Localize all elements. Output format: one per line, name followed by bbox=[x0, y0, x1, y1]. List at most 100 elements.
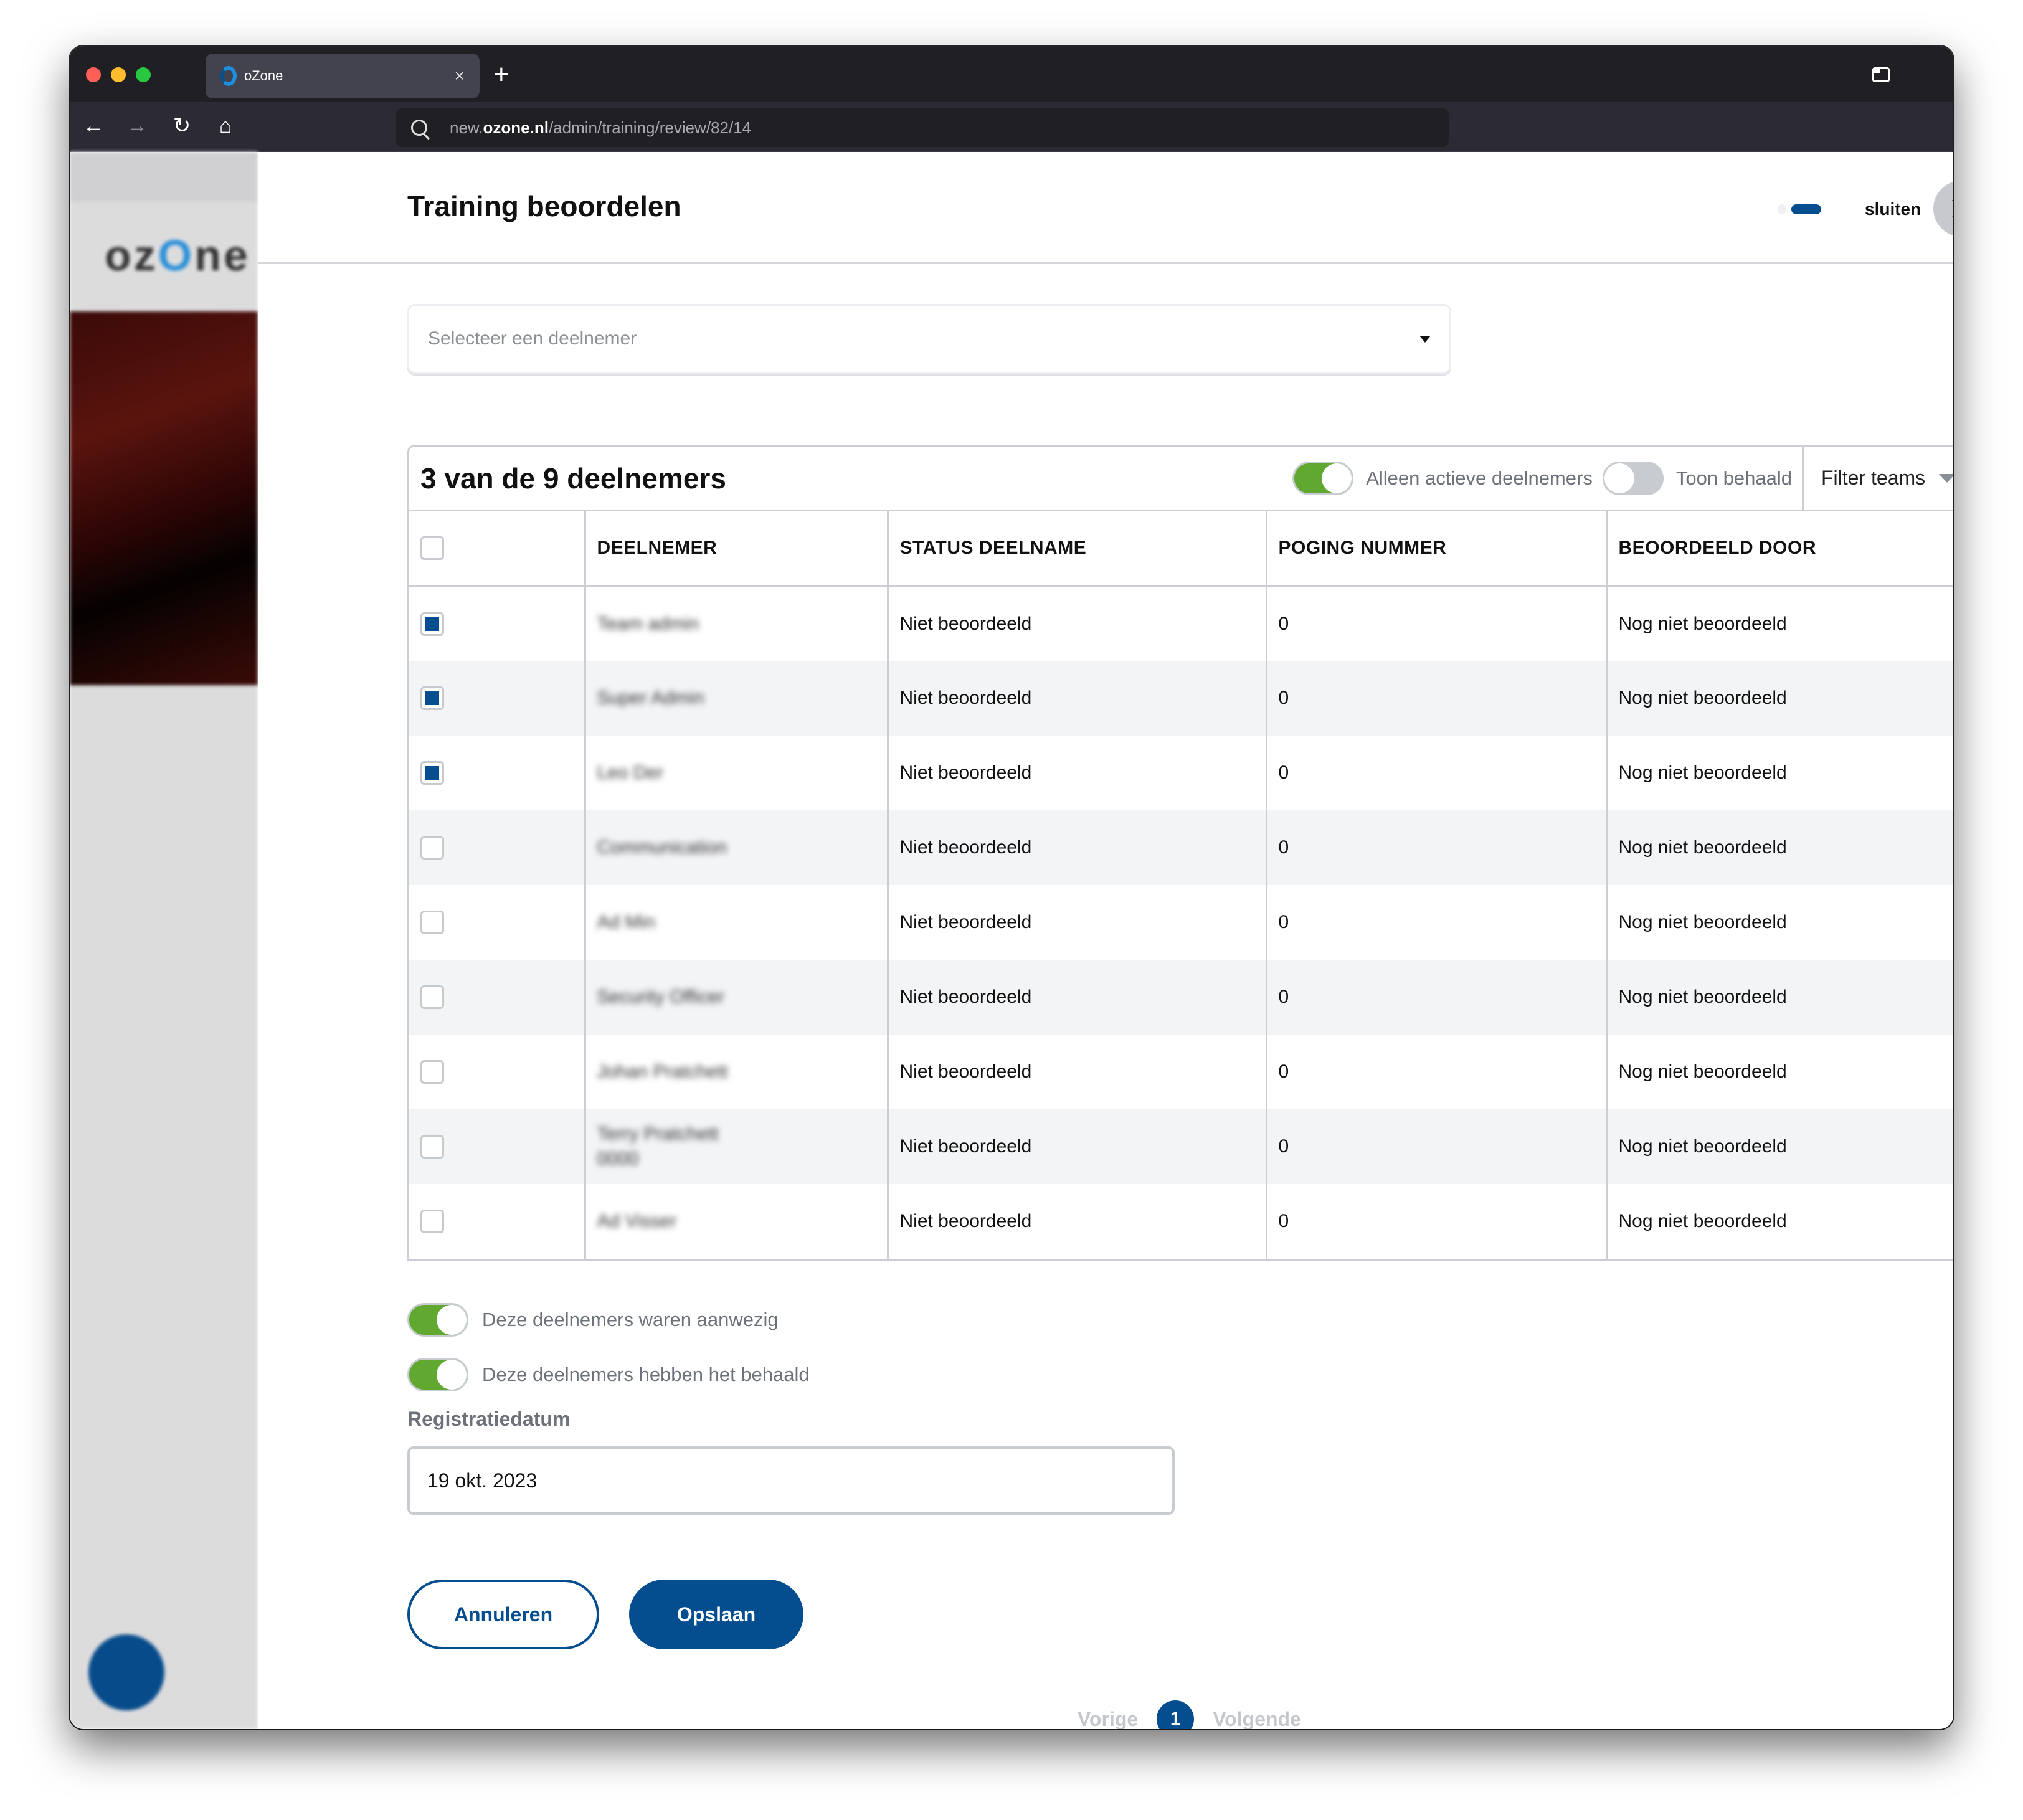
table-row[interactable]: Ad Visser Niet beoordeeld 0 Nog niet beoord… bbox=[409, 1184, 1953, 1259]
close-label[interactable]: sluiten bbox=[1865, 199, 1921, 219]
row-checkbox[interactable] bbox=[420, 1060, 444, 1084]
browser-tab[interactable]: oZone × bbox=[206, 54, 480, 98]
reviewed-by-cell: Nog niet beoordeeld bbox=[1618, 912, 1787, 932]
table-row[interactable]: Leo Der Niet beoordeeld 0 Nog niet beoordee… bbox=[409, 736, 1953, 810]
row-checkbox[interactable] bbox=[420, 686, 444, 710]
reviewed-by-cell: Nog niet beoordeeld bbox=[1618, 1061, 1787, 1082]
table-row[interactable]: Johan Pratchett Niet beoordeeld 0 Nog niet … bbox=[409, 1035, 1953, 1109]
registration-date-input[interactable]: 19 okt. 2023 bbox=[407, 1446, 1175, 1515]
ozone-favicon-icon bbox=[220, 66, 237, 86]
select-all-checkbox[interactable] bbox=[420, 536, 444, 561]
reviewed-by-cell: Nog niet beoordeeld bbox=[1606, 810, 1953, 885]
present-label: Deze deelnemers waren aanwezig bbox=[482, 1309, 779, 1330]
current-page-button[interactable]: 1 bbox=[1157, 1700, 1195, 1729]
new-tab-button[interactable]: + bbox=[493, 56, 509, 93]
participants-grid: DEELNEMER STATUS DEELNAME POGING NUMMER … bbox=[409, 511, 1953, 1259]
ozone-logo: ozOne bbox=[105, 231, 250, 280]
previous-page-link[interactable]: Vorige bbox=[1078, 1708, 1138, 1730]
row-select-cell bbox=[409, 1184, 586, 1259]
participant-name-cell: Johan Pratchett bbox=[585, 1035, 889, 1109]
status-cell: Niet beoordeeld bbox=[888, 885, 1267, 960]
row-checkbox[interactable] bbox=[420, 761, 444, 785]
table-row[interactable]: Ad Min Niet beoordeeld 0 Nog niet beoordeel… bbox=[409, 885, 1953, 960]
active-only-toggle[interactable]: Alleen actieve deelnemers bbox=[1292, 461, 1593, 495]
reviewed-by-cell: Nog niet beoordeeld bbox=[1606, 661, 1953, 736]
participant-name: Communication bbox=[597, 837, 727, 858]
address-bar[interactable]: new.ozone.nl/admin/training/review/82/14 bbox=[396, 108, 1449, 147]
pagination: Vorige 1 Volgende bbox=[1078, 1700, 1301, 1729]
attempt-cell: 0 bbox=[1266, 661, 1608, 736]
row-checkbox[interactable] bbox=[420, 911, 444, 934]
status-cell: Niet beoordeeld bbox=[888, 661, 1267, 736]
page-content: ozOne Training beoordelen sluiten Select… bbox=[70, 152, 1953, 1729]
attempt-cell: 0 bbox=[1266, 810, 1608, 885]
attempt-cell: 0 bbox=[1266, 960, 1608, 1035]
browser-toolbar: ← → ↻ ⌂ new.ozone.nl/admin/training/revi… bbox=[70, 102, 1953, 152]
reviewed-by-cell: Nog niet beoordeeld bbox=[1618, 762, 1787, 783]
browser-window: oZone × + ← → ↻ ⌂ new.ozone.nl/admin/tra… bbox=[70, 46, 1953, 1729]
show-passed-switch[interactable] bbox=[1602, 461, 1664, 495]
row-checkbox[interactable] bbox=[420, 1135, 444, 1159]
table-row[interactable]: Communication Niet beoordeeld 0 Nog niet be… bbox=[409, 810, 1953, 885]
participant-name-cell: Leo Der bbox=[585, 736, 889, 810]
filter-teams-dropdown[interactable]: Filter teams bbox=[1802, 447, 1953, 510]
participant-select[interactable]: Selecteer een deelnemer bbox=[407, 304, 1451, 374]
table-row[interactable]: Team admin Niet beoordeeld 0 Nog niet beoor… bbox=[409, 586, 1953, 661]
tab-close-icon[interactable]: × bbox=[455, 67, 465, 85]
participant-name-cell: Ad Visser bbox=[585, 1184, 889, 1259]
present-switch[interactable] bbox=[407, 1303, 468, 1337]
show-passed-label: Toon behaald bbox=[1675, 467, 1792, 489]
passed-switch[interactable] bbox=[407, 1358, 468, 1391]
page-title: Training beoordelen bbox=[407, 190, 681, 222]
status-cell: Niet beoordeeld bbox=[888, 1109, 1267, 1184]
status-cell: Niet beoordeeld bbox=[888, 1184, 1267, 1259]
forward-arrow-icon[interactable]: → bbox=[122, 111, 152, 141]
row-select-cell bbox=[409, 661, 586, 736]
row-checkbox[interactable] bbox=[420, 836, 444, 860]
row-checkbox[interactable] bbox=[420, 985, 444, 1009]
present-toggle[interactable]: Deze deelnemers waren aanwezig bbox=[407, 1303, 779, 1337]
column-header-participant[interactable]: DEELNEMER bbox=[585, 511, 889, 587]
participant-count: 3 van de 9 deelnemers bbox=[420, 462, 726, 495]
active-only-label: Alleen actieve deelnemers bbox=[1366, 467, 1593, 489]
passed-toggle[interactable]: Deze deelnemers hebben het behaald bbox=[407, 1358, 810, 1391]
participant-name-cell: Team admin bbox=[585, 586, 889, 661]
home-icon[interactable]: ⌂ bbox=[211, 111, 240, 141]
sidebar-toggle-icon[interactable] bbox=[1872, 67, 1890, 82]
row-select-cell bbox=[409, 586, 586, 661]
back-arrow-icon[interactable]: ← bbox=[78, 111, 108, 141]
caret-down-icon bbox=[1939, 473, 1953, 483]
participant-name-cell: Ad Min bbox=[585, 885, 889, 960]
participant-name: Ad Visser bbox=[597, 1211, 677, 1231]
table-row[interactable]: Terry Pratchett 0000 Niet beoordeeld 0 Nog … bbox=[409, 1109, 1953, 1184]
next-page-link[interactable]: Volgende bbox=[1213, 1708, 1301, 1730]
column-header-attempt[interactable]: POGING NUMMER bbox=[1266, 511, 1608, 587]
row-checkbox[interactable] bbox=[420, 1210, 444, 1233]
step-dot-2 bbox=[1791, 204, 1821, 214]
app-sidebar-blurred: ozOne bbox=[70, 152, 258, 1729]
minimize-window-button[interactable] bbox=[111, 67, 126, 82]
save-button[interactable]: Opslaan bbox=[629, 1580, 803, 1649]
close-icon bbox=[1952, 199, 1953, 218]
show-passed-toggle[interactable]: Toon behaald bbox=[1602, 461, 1792, 495]
table-row[interactable]: Super Admin Niet beoordeeld 0 Nog niet beoo… bbox=[409, 661, 1953, 736]
row-select-cell bbox=[409, 885, 586, 960]
cancel-button[interactable]: Annuleren bbox=[407, 1580, 599, 1649]
participant-name-cell: Communication bbox=[585, 810, 889, 885]
maximize-window-button[interactable] bbox=[136, 67, 151, 82]
help-fab-button[interactable] bbox=[88, 1634, 164, 1710]
participant-select-placeholder: Selecteer een deelnemer bbox=[428, 328, 637, 349]
active-only-switch[interactable] bbox=[1292, 461, 1354, 495]
attempt-cell: 0 bbox=[1266, 1109, 1608, 1184]
reviewed-by-cell: Nog niet beoordeeld bbox=[1606, 960, 1953, 1035]
close-button[interactable] bbox=[1933, 181, 1953, 237]
reviewed-by-cell: Nog niet beoordeeld bbox=[1618, 1211, 1787, 1231]
participant-name: Ad Min bbox=[597, 912, 655, 932]
tab-title: oZone bbox=[244, 68, 283, 83]
close-window-button[interactable] bbox=[86, 67, 101, 82]
table-row[interactable]: Security Officer Niet beoordeeld 0 Nog niet… bbox=[409, 960, 1953, 1035]
reload-icon[interactable]: ↻ bbox=[167, 111, 197, 141]
row-checkbox[interactable] bbox=[420, 612, 444, 636]
column-header-status[interactable]: STATUS DEELNAME bbox=[888, 511, 1267, 587]
column-header-reviewed-by[interactable]: BEOORDEELD DOOR bbox=[1606, 511, 1953, 587]
